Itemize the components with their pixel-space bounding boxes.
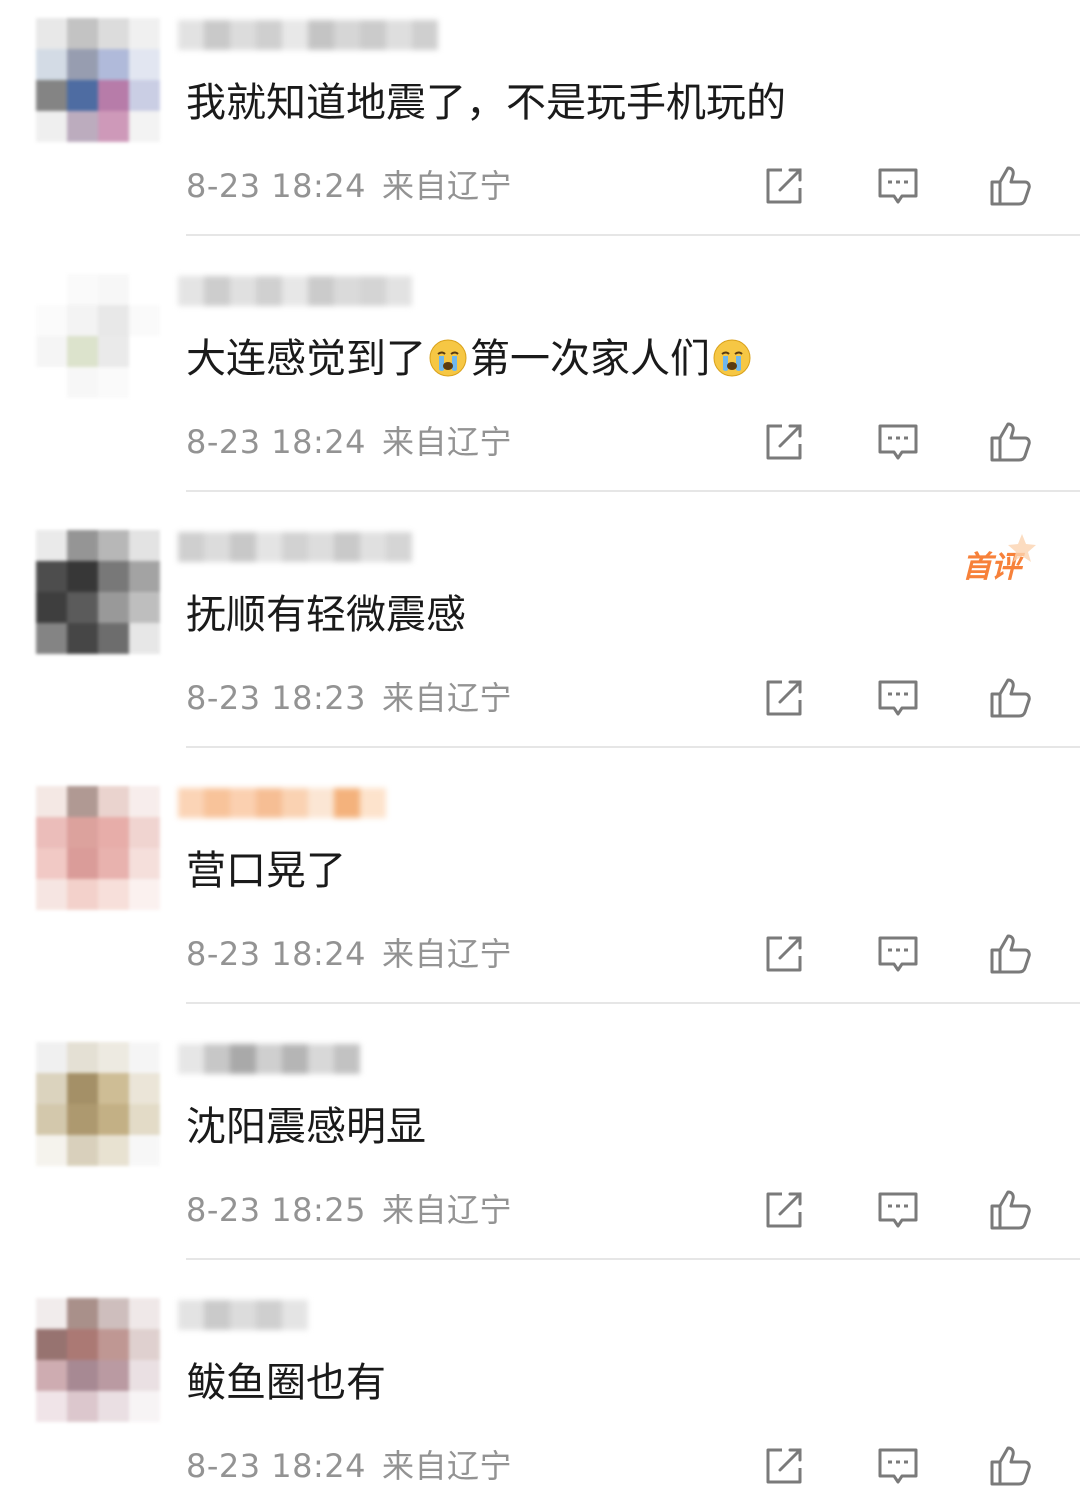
crying-face-icon <box>712 338 752 378</box>
crying-face-icon <box>428 338 468 378</box>
comment-time: 8-23 18:23 <box>186 679 367 717</box>
comment-location: 来自辽宁 <box>382 423 513 461</box>
thumbs-up-icon <box>986 934 1034 982</box>
comment-icon <box>874 168 922 214</box>
share-button[interactable] <box>760 1186 808 1234</box>
comment-meta: 8-23 18:24 来自辽宁 <box>186 166 512 206</box>
share-icon <box>760 680 808 726</box>
like-button[interactable] <box>986 1186 1034 1234</box>
comment-meta: 8-23 18:23 来自辽宁 <box>186 678 512 718</box>
reply-button[interactable] <box>874 1442 922 1490</box>
thumbs-up-icon <box>986 678 1034 726</box>
like-button[interactable] <box>986 674 1034 722</box>
comment-time: 8-23 18:24 <box>186 1447 367 1485</box>
comment-item[interactable]: 首评 抚顺有轻微震感 8-23 18:23 来自辽宁 <box>0 512 1080 768</box>
comment-time: 8-23 18:24 <box>186 935 367 973</box>
comment-icon <box>874 680 922 726</box>
reply-button[interactable] <box>874 418 922 466</box>
comment-text: 沈阳震感明显 <box>186 1104 426 1150</box>
star-icon <box>1004 532 1040 568</box>
username[interactable] <box>178 532 412 562</box>
username[interactable] <box>178 788 386 818</box>
share-button[interactable] <box>760 418 808 466</box>
comment-item[interactable]: 鲅鱼圈也有 8-23 18:24 来自辽宁 <box>0 1280 1080 1504</box>
comment-item[interactable]: 我就知道地震了，不是玩手机玩的 8-23 18:24 来自辽宁 <box>0 0 1080 256</box>
avatar[interactable] <box>36 274 160 398</box>
share-icon <box>760 936 808 982</box>
comment-meta: 8-23 18:24 来自辽宁 <box>186 934 512 974</box>
thumbs-up-icon <box>986 166 1034 214</box>
reply-button[interactable] <box>874 930 922 978</box>
avatar[interactable] <box>36 1298 160 1422</box>
comment-text: 大连感觉到了 第一次家人们 <box>186 334 754 384</box>
username[interactable] <box>178 1044 360 1074</box>
comment-meta: 8-23 18:24 来自辽宁 <box>186 422 512 462</box>
reply-button[interactable] <box>874 674 922 722</box>
share-button[interactable] <box>760 1442 808 1490</box>
share-button[interactable] <box>760 674 808 722</box>
username[interactable] <box>178 276 412 306</box>
comment-icon <box>874 1192 922 1238</box>
comment-text: 鲅鱼圈也有 <box>186 1360 386 1406</box>
comment-item[interactable]: 营口晃了 8-23 18:24 来自辽宁 <box>0 768 1080 1024</box>
like-button[interactable] <box>986 418 1034 466</box>
comment-location: 来自辽宁 <box>382 1447 513 1485</box>
comment-meta: 8-23 18:25 来自辽宁 <box>186 1190 512 1230</box>
comment-location: 来自辽宁 <box>382 679 513 717</box>
divider <box>186 490 1080 492</box>
thumbs-up-icon <box>986 422 1034 470</box>
comment-meta: 8-23 18:24 来自辽宁 <box>186 1446 512 1486</box>
reply-button[interactable] <box>874 1186 922 1234</box>
comment-icon <box>874 936 922 982</box>
avatar[interactable] <box>36 786 160 910</box>
comment-text-part: 第一次家人们 <box>470 336 710 382</box>
share-icon <box>760 1192 808 1238</box>
share-button[interactable] <box>760 162 808 210</box>
share-icon <box>760 168 808 214</box>
like-button[interactable] <box>986 1442 1034 1490</box>
share-icon <box>760 424 808 470</box>
comment-time: 8-23 18:25 <box>186 1191 367 1229</box>
username[interactable] <box>178 20 438 50</box>
comment-location: 来自辽宁 <box>382 167 513 205</box>
comment-list: 我就知道地震了，不是玩手机玩的 8-23 18:24 来自辽宁 大连感觉到了 第一次… <box>0 0 1080 1504</box>
comment-item[interactable]: 大连感觉到了 第一次家人们 8-23 18:24 来自辽宁 <box>0 256 1080 512</box>
username[interactable] <box>178 1300 308 1330</box>
comment-text: 我就知道地震了，不是玩手机玩的 <box>186 80 786 126</box>
comment-time: 8-23 18:24 <box>186 167 367 205</box>
comment-location: 来自辽宁 <box>382 935 513 973</box>
avatar[interactable] <box>36 530 160 654</box>
divider <box>186 1002 1080 1004</box>
like-button[interactable] <box>986 930 1034 978</box>
comment-icon <box>874 1448 922 1494</box>
share-button[interactable] <box>760 930 808 978</box>
share-icon <box>760 1448 808 1494</box>
divider <box>186 1258 1080 1260</box>
comment-text-part: 大连感觉到了 <box>186 336 426 382</box>
comment-icon <box>874 424 922 470</box>
like-button[interactable] <box>986 162 1034 210</box>
reply-button[interactable] <box>874 162 922 210</box>
divider <box>186 234 1080 236</box>
thumbs-up-icon <box>986 1446 1034 1494</box>
comment-time: 8-23 18:24 <box>186 423 367 461</box>
comment-location: 来自辽宁 <box>382 1191 513 1229</box>
avatar[interactable] <box>36 1042 160 1166</box>
comment-text: 抚顺有轻微震感 <box>186 592 466 638</box>
comment-text: 营口晃了 <box>186 848 346 894</box>
avatar[interactable] <box>36 18 160 142</box>
divider <box>186 746 1080 748</box>
comment-item[interactable]: 沈阳震感明显 8-23 18:25 来自辽宁 <box>0 1024 1080 1280</box>
thumbs-up-icon <box>986 1190 1034 1238</box>
